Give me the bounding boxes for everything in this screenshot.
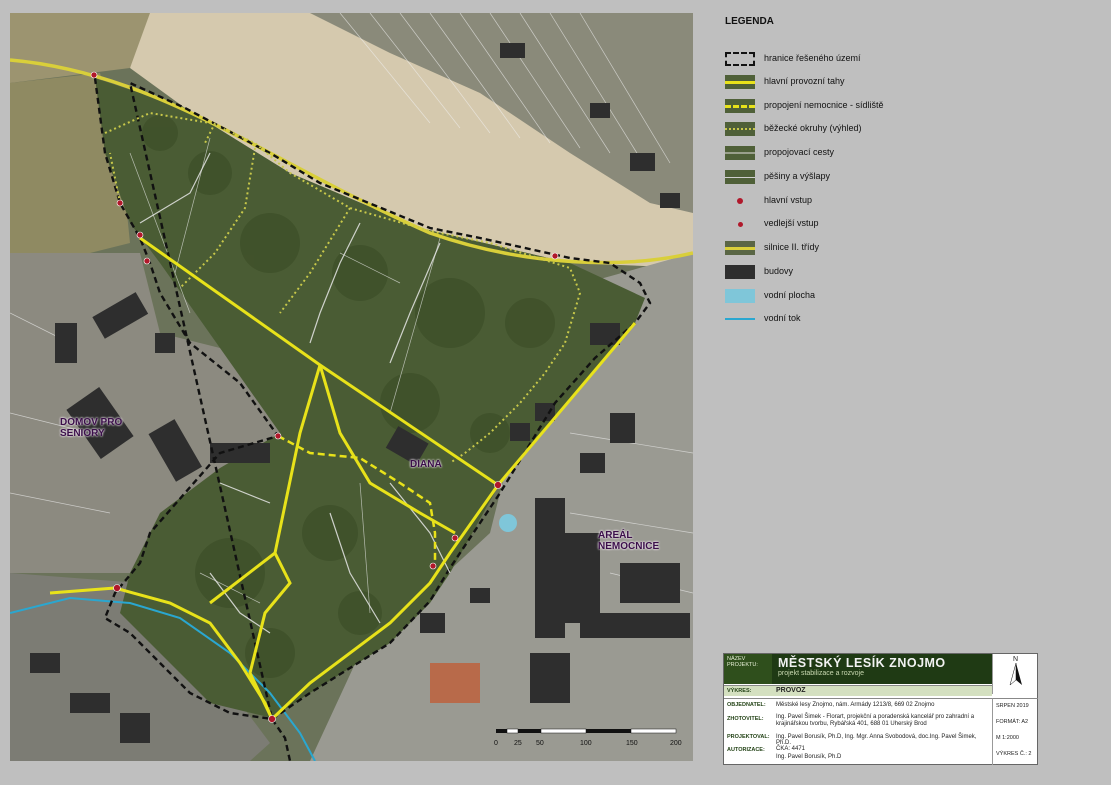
legend-item-label: budovy (764, 266, 794, 276)
entrance-marker[interactable] (551, 252, 559, 260)
title-block: NÁZEV PROJEKTU: MĚSTSKÝ LESÍK ZNOJMO pro… (723, 653, 1038, 765)
info-rows: OBJEDNATEL: Městské lesy Znojmo, nám. Ar… (724, 698, 992, 765)
designer-label: PROJEKTOVAL: (727, 734, 770, 740)
drawing-label: VÝKRES: (727, 688, 752, 694)
entrance-marker[interactable] (429, 562, 437, 570)
entrance-marker[interactable] (143, 257, 151, 265)
project-name-label: NÁZEV PROJEKTU: (724, 654, 772, 684)
scale-bar-graphic (496, 728, 677, 734)
scale-value: M 1:2000 (996, 735, 1019, 741)
sport-court (430, 663, 480, 703)
water-area (499, 514, 517, 532)
legend-item-label: vodní tok (764, 313, 801, 323)
legend-item-road: silnice II. třídy (720, 239, 1090, 257)
legend-item-footpaths: pěšiny a výšlapy (720, 168, 1090, 186)
sheet-info: SRPEN 2019 FORMÁT: A2 M 1:2000 VÝKRES Č.… (992, 698, 1038, 765)
legend-item-label: pěšiny a výšlapy (764, 171, 831, 181)
legend-item-label: silnice II. třídy (764, 242, 820, 252)
main-path-line-icon (725, 75, 755, 89)
water-fill-icon (725, 289, 755, 303)
small-red-dot-icon (725, 217, 755, 231)
legend-title: LEGENDA (725, 16, 774, 27)
client-value: Městské lesy Znojmo, nám. Armády 1213/8,… (776, 702, 935, 708)
scale-tick: 150 (626, 740, 638, 747)
drawing-row: VÝKRES: PROVOZ (724, 685, 992, 696)
legend-item-label: hranice řešeného území (764, 53, 861, 63)
legend-item-water-area: vodní plocha (720, 287, 1090, 305)
legend-item-main-paths: hlavní provozní tahy (720, 73, 1090, 91)
legend-item-label: vodní plocha (764, 290, 816, 300)
connecting-path-line-icon (725, 146, 755, 160)
legend-item-main-entrance: hlavní vstup (720, 192, 1090, 210)
legend-item-running-loops: běžecké okruhy (výhled) (720, 120, 1090, 138)
entrance-marker[interactable] (451, 534, 459, 542)
authorization-label: AUTORIZACE: (727, 747, 765, 753)
scale-tick: 200 (670, 740, 682, 747)
project-title: MĚSTSKÝ LESÍK ZNOJMO (778, 656, 946, 670)
building-fill-icon (725, 265, 755, 279)
main-entrance-marker[interactable] (494, 481, 502, 489)
boundary-dashed-icon (725, 52, 755, 66)
contractor-value: Ing. Pavel Šimek - Florart, projekční a … (776, 714, 975, 727)
scale-tick: 50 (536, 740, 544, 747)
legend-item-label: hlavní vstup (764, 195, 813, 205)
sheet-number: VÝKRES Č.: 2 (996, 751, 1032, 757)
label-areal-nemocnice: AREÁL NEMOCNICE (598, 530, 660, 552)
format-value: FORMÁT: A2 (996, 719, 1029, 725)
label-domov-pro-seniory: DOMOV PRO SENIORY (60, 417, 123, 439)
main-entrance-marker[interactable] (268, 715, 276, 723)
legend-item-label: propojení nemocnice - sídliště (764, 100, 884, 110)
map-canvas (10, 13, 693, 761)
entrance-marker[interactable] (116, 199, 124, 207)
legend-item-label: vedlejší vstup (764, 218, 819, 228)
date-value: SRPEN 2019 (996, 703, 1029, 709)
legend-item-boundary: hranice řešeného území (720, 50, 1090, 68)
main-entrance-marker[interactable] (113, 584, 121, 592)
dashed-yellow-line-icon (725, 99, 755, 113)
scale-tick: 100 (580, 740, 592, 747)
north-arrow: N (992, 654, 1038, 694)
legend-item-hospital-connection: propojení nemocnice - sídliště (720, 97, 1090, 115)
site-map[interactable]: DOMOV PRO SENIORY DIANA AREÁL NEMOCNICE (10, 13, 693, 761)
legend-item-label: hlavní provozní tahy (764, 76, 845, 86)
drawing-value: PROVOZ (776, 687, 806, 694)
entrance-marker[interactable] (90, 71, 98, 79)
north-label: N (1012, 656, 1019, 663)
contractor-label: ZHOTOVITEL: (727, 716, 764, 722)
footpath-line-icon (725, 170, 755, 184)
legend-item-label: propojovací cesty (764, 147, 835, 157)
client-label: OBJEDNATEL: (727, 702, 766, 708)
legend-item-buildings: budovy (720, 263, 1090, 281)
entrance-marker[interactable] (136, 231, 144, 239)
road-line-icon (725, 241, 755, 255)
legend-item-water-course: vodní tok (720, 310, 1090, 328)
project-title-box: MĚSTSKÝ LESÍK ZNOJMO projekt stabilizace… (772, 654, 992, 684)
north-arrow-icon (1009, 662, 1022, 686)
legend-item-connecting-paths: propojovací cesty (720, 144, 1090, 162)
red-dot-icon (725, 194, 755, 208)
dotted-yellow-line-icon (725, 122, 755, 136)
legend-item-label: běžecké okruhy (výhled) (764, 123, 862, 133)
legend-item-side-entrance: vedlejší vstup (720, 215, 1090, 233)
scale-bar: 0 25 50 100 150 200 (494, 728, 686, 754)
label-diana: DIANA (410, 459, 442, 470)
project-subtitle: projekt stabilizace a rozvoje (778, 670, 864, 677)
authorization-value: ČKA: 4471 Ing. Pavel Borusík, Ph.D (776, 746, 842, 760)
stream-line-icon (725, 312, 755, 326)
scale-tick: 25 (514, 740, 522, 747)
entrance-marker[interactable] (274, 432, 282, 440)
scale-tick: 0 (494, 740, 498, 747)
